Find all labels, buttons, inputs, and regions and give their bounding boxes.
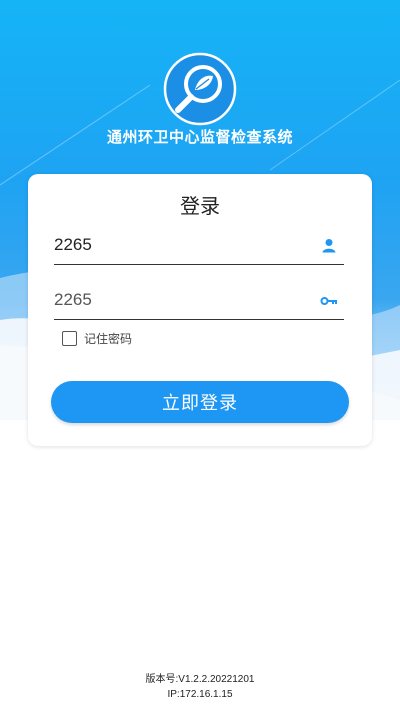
username-field (54, 228, 344, 265)
ip-text: IP:172.16.1.15 (167, 689, 233, 700)
login-card: 登录 记住密码 立即登录 (28, 174, 372, 446)
login-heading: 登录 (180, 194, 220, 218)
login-button[interactable]: 立即登录 (51, 381, 349, 423)
username-input[interactable] (54, 230, 304, 260)
password-field (54, 283, 344, 320)
key-icon (320, 297, 337, 305)
remember-password-checkbox[interactable] (62, 331, 77, 346)
app-title: 通州环卫中心监督检查系统 (106, 128, 293, 146)
app-logo-icon (163, 52, 237, 126)
user-icon (322, 239, 336, 253)
version-text: 版本号:V1.2.2.20221201 (145, 674, 255, 685)
password-input[interactable] (54, 285, 304, 315)
remember-password-label: 记住密码 (84, 332, 133, 346)
